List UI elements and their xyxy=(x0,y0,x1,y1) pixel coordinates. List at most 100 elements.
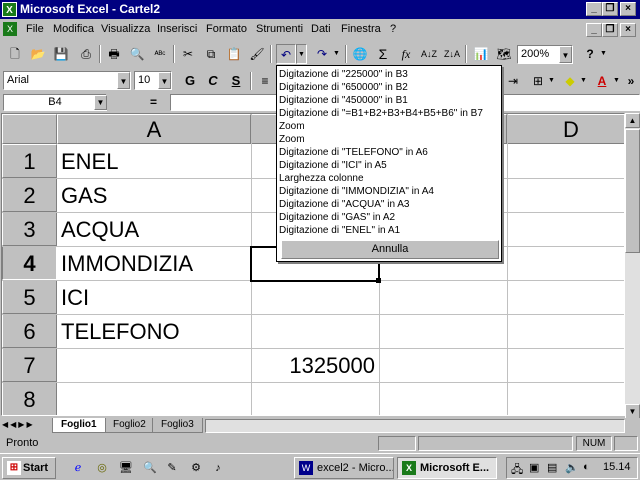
minimize-button[interactable]: _ xyxy=(586,2,602,16)
clock[interactable]: 15.14 xyxy=(603,461,631,473)
undo-item[interactable]: Zoom xyxy=(279,133,501,146)
cut-icon[interactable]: ✂ xyxy=(178,44,198,64)
align-left-icon[interactable]: ≡ xyxy=(255,71,275,91)
undo-item[interactable]: Digitazione di "ENEL" in A1 xyxy=(279,224,501,237)
borders-dropdown-icon[interactable]: ▼ xyxy=(546,71,557,91)
edit-formula-button[interactable]: = xyxy=(150,95,157,109)
fill-color-icon[interactable]: ◆ xyxy=(560,71,580,91)
cell-a4[interactable]: IMMONDIZIA xyxy=(57,248,251,280)
save-icon[interactable]: 💾 xyxy=(51,44,71,64)
undo-item[interactable]: Zoom xyxy=(279,120,501,133)
cell-a6[interactable]: TELEFONO xyxy=(57,316,251,348)
menu-dati[interactable]: Dati xyxy=(311,19,331,39)
redo-icon[interactable]: ↷ xyxy=(312,44,332,64)
row-header-6[interactable]: 6 xyxy=(2,314,57,348)
help-icon[interactable]: ? xyxy=(580,44,600,64)
preview-icon[interactable]: 🔍 xyxy=(127,44,147,64)
undo-item[interactable]: Digitazione di "TELEFONO" in A6 xyxy=(279,146,501,159)
chevron-down-icon[interactable]: ▼ xyxy=(158,72,171,89)
menu-modifica[interactable]: Modifica xyxy=(53,19,94,39)
task-excel2[interactable]: W excel2 - Micro... xyxy=(294,457,394,479)
undo-icon[interactable]: ↶ xyxy=(276,44,296,64)
open-icon[interactable]: 📂 xyxy=(28,44,48,64)
font-name-combo[interactable]: Arial ▼ xyxy=(3,71,131,90)
undo-item[interactable]: Digitazione di "ACQUA" in A3 xyxy=(279,198,501,211)
internet-explorer-icon[interactable]: ℯ xyxy=(70,460,86,476)
search-icon[interactable]: 🔍 xyxy=(142,460,158,476)
column-header-a[interactable]: A xyxy=(57,114,251,144)
undo-item[interactable]: Digitazione di "225000" in B3 xyxy=(279,68,501,81)
scroll-thumb[interactable] xyxy=(625,129,640,253)
chevron-down-icon[interactable]: ▼ xyxy=(559,46,572,63)
row-header-8[interactable]: 8 xyxy=(2,382,57,415)
indent-icon[interactable]: ⇥ xyxy=(503,71,523,91)
scroll-down-icon[interactable]: ▼ xyxy=(625,404,640,419)
fill-dropdown-icon[interactable]: ▼ xyxy=(578,71,589,91)
notepad-icon[interactable]: ✎ xyxy=(164,460,180,476)
menu-inserisci[interactable]: Inserisci xyxy=(157,19,197,39)
menu-file[interactable]: File xyxy=(26,19,44,39)
vertical-scrollbar[interactable]: ▲ ▼ xyxy=(625,113,640,419)
fill-handle[interactable] xyxy=(376,278,381,283)
undo-item[interactable]: Larghezza colonne xyxy=(279,172,501,185)
undo-item[interactable]: Digitazione di "650000" in B2 xyxy=(279,81,501,94)
doc-close-button[interactable]: × xyxy=(620,23,636,37)
workbook-icon[interactable]: X xyxy=(3,22,17,36)
undo-dropdown-arrow-icon[interactable]: ▼ xyxy=(296,44,307,64)
task-microsoft-excel[interactable]: X Microsoft E... xyxy=(397,457,497,479)
italic-button[interactable]: C xyxy=(203,71,223,91)
font-size-combo[interactable]: 10 ▼ xyxy=(134,71,172,90)
chart-wizard-icon[interactable]: 📊 xyxy=(471,44,491,64)
start-button[interactable]: ⊞ Start xyxy=(2,457,56,479)
new-icon[interactable]: 🗋 xyxy=(5,44,25,64)
undo-item[interactable]: Digitazione di "ICI" in A5 xyxy=(279,159,501,172)
tab-scroll-arrows-icon[interactable]: ◀◀▶▶ xyxy=(2,420,35,429)
media-icon[interactable]: ♪ xyxy=(210,460,226,476)
map-icon[interactable]: 🗺 xyxy=(494,44,514,64)
language-icon[interactable]: ◐ xyxy=(583,461,590,473)
chevron-down-icon[interactable]: ▼ xyxy=(117,72,130,89)
name-box-dropdown-icon[interactable]: ▼ xyxy=(94,95,107,110)
excel-app-icon[interactable]: X xyxy=(2,2,17,17)
tools-icon[interactable]: ⚙ xyxy=(188,460,204,476)
print-preview-icon[interactable]: ⎙ xyxy=(76,44,96,64)
row-header-4[interactable]: 4 xyxy=(2,246,57,280)
undo-item[interactable]: Digitazione di "450000" in B1 xyxy=(279,94,501,107)
row-header-7[interactable]: 7 xyxy=(2,348,57,382)
menu-strumenti[interactable]: Strumenti xyxy=(256,19,303,39)
row-header-5[interactable]: 5 xyxy=(2,280,57,314)
cell-a3[interactable]: ACQUA xyxy=(57,214,251,246)
help-dropdown-icon[interactable]: ▼ xyxy=(598,44,609,64)
font-color-icon[interactable]: A xyxy=(592,71,612,91)
sort-ascending-icon[interactable]: A↓Z xyxy=(419,44,439,64)
close-button[interactable]: × xyxy=(620,2,636,16)
cell-a5[interactable]: ICI xyxy=(57,282,251,314)
borders-icon[interactable]: ⊞ xyxy=(528,71,548,91)
undo-cancel-button[interactable]: Annulla xyxy=(281,240,499,259)
scroll-up-icon[interactable]: ▲ xyxy=(625,113,640,128)
menu-finestra[interactable]: Finestra xyxy=(341,19,381,39)
desktop-icon[interactable]: 🖥 xyxy=(118,460,134,476)
tab-foglio1[interactable]: Foglio1 xyxy=(52,418,106,433)
cell-a1[interactable]: ENEL xyxy=(57,146,251,178)
more-buttons-icon[interactable]: » xyxy=(624,71,638,91)
menu-visualizza[interactable]: Visualizza xyxy=(101,19,150,39)
doc-restore-button[interactable]: ❐ xyxy=(602,23,618,37)
name-box[interactable]: B4 xyxy=(3,94,107,111)
hyperlink-icon[interactable]: 🌐 xyxy=(350,44,370,64)
cell-a2[interactable]: GAS xyxy=(57,180,251,212)
volume-icon[interactable]: 🔈 xyxy=(565,461,579,474)
autosum-icon[interactable]: Σ xyxy=(373,44,393,64)
print-icon[interactable]: 🖶 xyxy=(104,44,124,64)
tab-foglio3[interactable]: Foglio3 xyxy=(152,418,203,433)
function-icon[interactable]: fx xyxy=(396,44,416,64)
undo-item[interactable]: Digitazione di "GAS" in A2 xyxy=(279,211,501,224)
undo-item[interactable]: Digitazione di "IMMONDIZIA" in A4 xyxy=(279,185,501,198)
font-color-dropdown-icon[interactable]: ▼ xyxy=(611,71,622,91)
cell-b7[interactable]: 1325000 xyxy=(251,350,379,382)
row-header-3[interactable]: 3 xyxy=(2,212,57,246)
maximize-button[interactable]: ❐ xyxy=(602,2,618,16)
row-header-1[interactable]: 1 xyxy=(2,144,57,178)
paste-icon[interactable]: 📋 xyxy=(224,44,244,64)
tab-foglio2[interactable]: Foglio2 xyxy=(104,418,155,433)
